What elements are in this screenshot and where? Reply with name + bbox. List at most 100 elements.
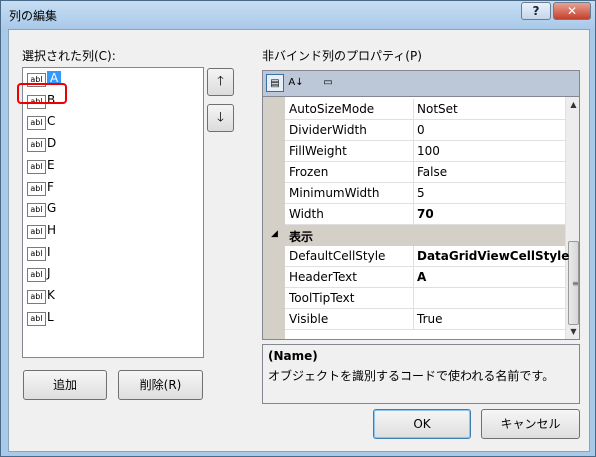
selected-columns-label: 選択された列(C): (22, 49, 116, 63)
list-item[interactable]: abl D (27, 135, 197, 155)
list-item-label: G (47, 201, 57, 216)
property-name: FillWeight (289, 144, 347, 158)
list-item[interactable]: abl F (27, 179, 197, 199)
categorized-view-icon[interactable]: ▤ (266, 74, 284, 92)
textbox-column-icon: abl (27, 311, 46, 326)
property-row[interactable]: ToolTipText (285, 288, 565, 309)
list-item[interactable]: abl K (27, 287, 197, 307)
textbox-column-icon: abl (27, 290, 46, 304)
list-item[interactable]: abl C (27, 113, 197, 133)
property-value[interactable]: 5 (417, 186, 425, 200)
textbox-column-icon: abl (27, 224, 46, 239)
cancel-button[interactable]: キャンセル (481, 409, 580, 439)
description-panel: (Name) オブジェクトを識別するコードで使われる名前です。 (262, 344, 580, 404)
collapse-triangle-icon[interactable]: ◢ (271, 229, 278, 239)
textbox-column-icon: abl (27, 116, 46, 131)
property-grid-toolbar: ▤ A↓ ▭ (262, 70, 580, 96)
list-item-label: F (47, 179, 54, 194)
property-name: Visible (289, 312, 329, 326)
dialog-window: 列の編集 ? ✕ 選択された列(C): abl Aabl Babl Cabl Dabl E… (0, 0, 596, 457)
column-divider (413, 267, 414, 288)
list-item[interactable]: abl E (27, 157, 197, 177)
alphabetical-sort-icon[interactable]: A↓ (287, 74, 305, 92)
property-value[interactable]: True (417, 312, 443, 326)
property-name: HeaderText (289, 270, 357, 284)
property-name: Frozen (289, 165, 329, 179)
list-item-label: J (47, 266, 51, 281)
move-up-button[interactable]: 🡑 (207, 68, 234, 96)
close-button[interactable]: ✕ (553, 2, 591, 20)
arrow-up-icon: 🡑 (217, 74, 224, 89)
window-title: 列の編集 (9, 9, 58, 23)
scroll-up-arrow-icon[interactable]: ▲ (566, 97, 579, 112)
property-value[interactable]: A (417, 270, 426, 284)
scroll-down-arrow-icon[interactable]: ▼ (566, 324, 579, 339)
property-name: DefaultCellStyle (289, 249, 386, 263)
list-item-label: L (47, 309, 54, 324)
property-value[interactable]: 70 (417, 207, 434, 221)
property-value[interactable]: 100 (417, 144, 440, 158)
column-divider (413, 162, 414, 183)
column-divider (413, 141, 414, 162)
list-item[interactable]: abl J (27, 265, 197, 285)
dialog-body: 選択された列(C): abl Aabl Babl Cabl Dabl Eabl Fabl Ga… (8, 29, 590, 452)
add-button[interactable]: 追加 (23, 370, 107, 400)
column-divider (413, 183, 414, 204)
description-text: オブジェクトを識別するコードで使われる名前です。 (268, 369, 555, 383)
list-item-label: E (47, 157, 55, 172)
column-divider (413, 246, 414, 267)
property-pages-icon[interactable]: ▭ (319, 74, 337, 92)
property-row[interactable]: DefaultCellStyle DataGridViewCellStyle (285, 246, 569, 267)
list-item-label: I (47, 244, 51, 259)
remove-button[interactable]: 削除(R) (118, 370, 203, 400)
ok-button[interactable]: OK (373, 409, 471, 439)
selected-columns-list[interactable]: abl Aabl Babl Cabl Dabl Eabl Fabl Gabl Habl Iabl J… (17, 67, 204, 358)
property-row[interactable]: FillWeight 100 (285, 141, 565, 162)
property-row[interactable]: HeaderText A (285, 267, 565, 288)
property-name: AutoSizeMode (289, 102, 375, 116)
list-item-label: K (47, 288, 55, 302)
description-title: (Name) (268, 349, 318, 363)
textbox-column-icon: abl (27, 268, 46, 283)
category-header[interactable]: ◢ 表示 (263, 225, 565, 246)
property-value[interactable]: NotSet (417, 102, 458, 116)
textbox-column-icon: abl (27, 138, 46, 153)
list-item[interactable]: abl G (27, 200, 197, 220)
property-row[interactable]: DividerWidth 0 (285, 120, 565, 141)
column-divider (413, 99, 414, 120)
column-divider (413, 288, 414, 309)
column-divider (413, 120, 414, 141)
property-row[interactable]: AutoSizeMode NotSet (285, 99, 565, 120)
list-item[interactable]: abl L (27, 309, 197, 329)
move-down-button[interactable]: 🡓 (207, 104, 234, 132)
property-name: ToolTipText (289, 291, 355, 305)
property-value[interactable]: False (417, 165, 447, 179)
list-item[interactable]: abl I (27, 244, 197, 264)
property-name: MinimumWidth (289, 186, 380, 200)
textbox-column-icon: abl (27, 203, 46, 218)
arrow-down-icon: 🡓 (217, 110, 224, 125)
category-name: 表示 (289, 230, 314, 244)
property-grid-scrollbar[interactable]: ▲ ≡ ▼ (565, 97, 579, 339)
property-row[interactable]: Width 70 (285, 204, 565, 225)
column-divider (413, 309, 414, 330)
property-value[interactable]: 0 (417, 123, 425, 137)
textbox-column-icon: abl (27, 181, 46, 196)
list-item-label: H (47, 222, 57, 237)
scroll-thumb[interactable]: ≡ (568, 241, 579, 325)
list-item-label: D (47, 136, 57, 151)
property-row[interactable]: MinimumWidth 5 (285, 183, 565, 204)
properties-label: 非バインド列のプロパティ(P) (262, 49, 422, 63)
help-button[interactable]: ? (521, 2, 551, 20)
property-name: DividerWidth (289, 123, 367, 137)
property-row[interactable]: Frozen False (285, 162, 565, 183)
list-item[interactable]: abl H (27, 222, 197, 242)
property-row[interactable]: Visible True (285, 309, 565, 330)
list-item-label: C (47, 114, 56, 129)
highlight-annotation (17, 82, 67, 104)
textbox-column-icon: abl (27, 246, 46, 261)
textbox-column-icon: abl (27, 159, 46, 174)
property-value[interactable]: DataGridViewCellStyle (417, 249, 569, 263)
title-bar[interactable]: 列の編集 ? ✕ (1, 1, 595, 29)
property-name: Width (289, 207, 324, 221)
